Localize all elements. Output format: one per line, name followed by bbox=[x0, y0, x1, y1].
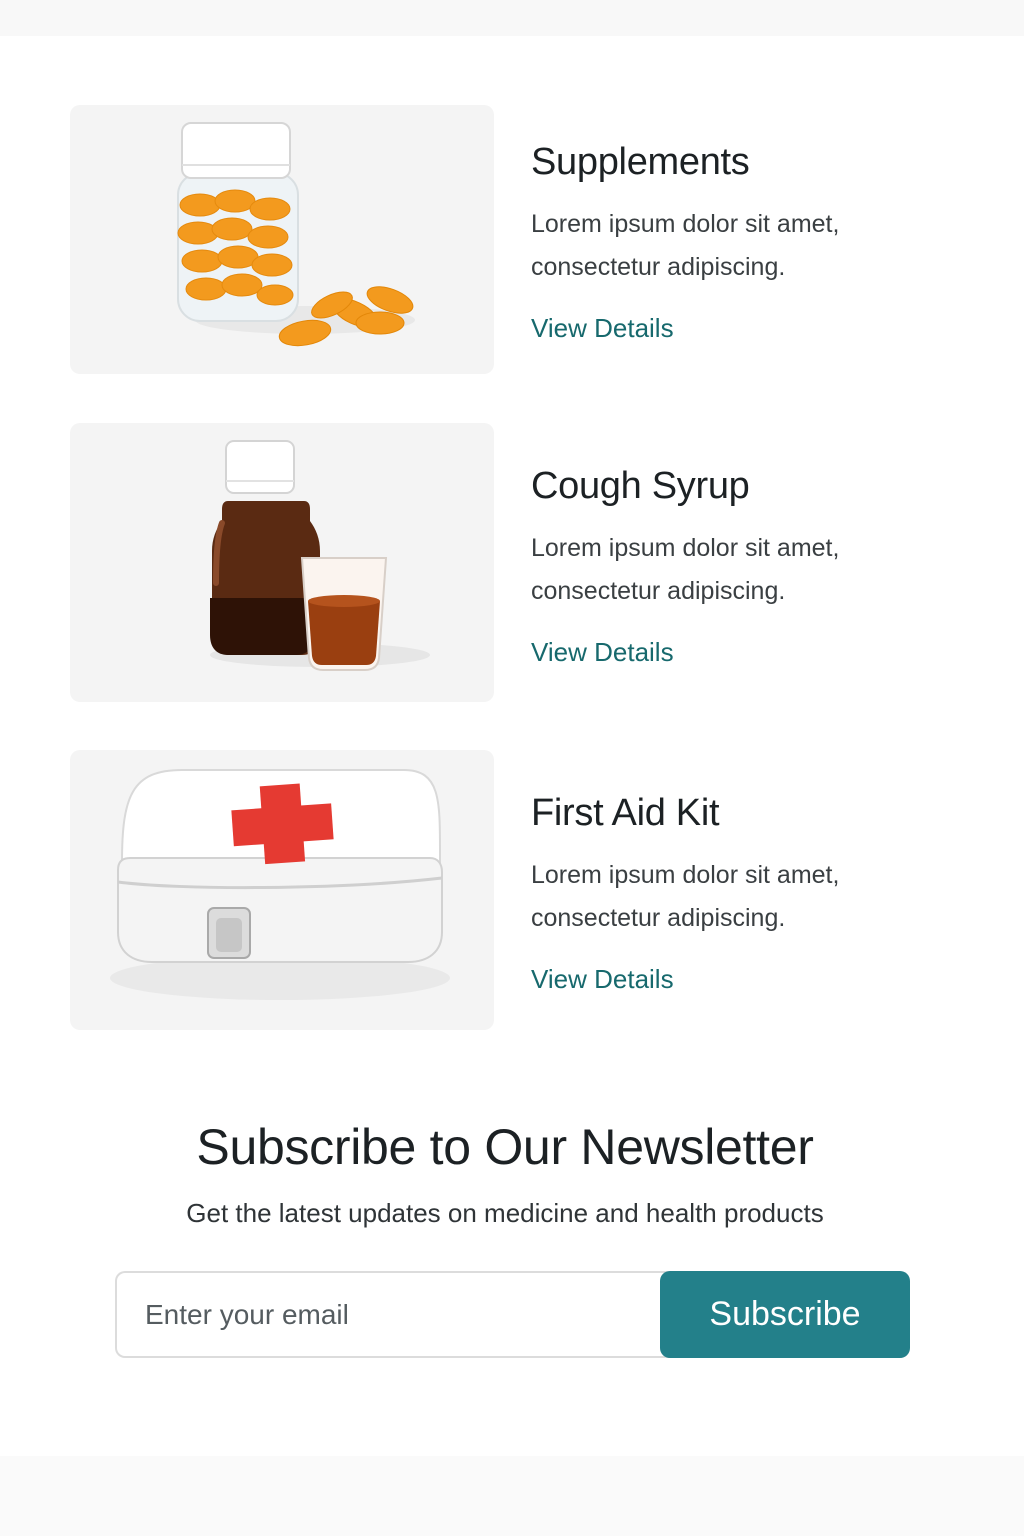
view-details-link[interactable]: View Details bbox=[531, 311, 674, 345]
first-aid-kit-image[interactable] bbox=[70, 750, 494, 1030]
product-description-line2: consectetur adipiscing. bbox=[531, 904, 786, 932]
product-info: Supplements Lorem ipsum dolor sit amet, … bbox=[531, 105, 951, 345]
product-title: Supplements bbox=[531, 141, 750, 183]
product-title: Cough Syrup bbox=[531, 465, 750, 507]
product-description-line2: consectetur adipiscing. bbox=[531, 577, 786, 605]
product-info: First Aid Kit Lorem ipsum dolor sit amet… bbox=[531, 750, 951, 996]
newsletter-title: Subscribe to Our Newsletter bbox=[196, 1119, 814, 1175]
email-input[interactable] bbox=[115, 1271, 715, 1358]
product-title: First Aid Kit bbox=[531, 792, 720, 834]
supplement-capsule-jar-image[interactable] bbox=[70, 105, 494, 374]
product-card-first-aid-kit: First Aid Kit Lorem ipsum dolor sit amet… bbox=[70, 750, 950, 1030]
product-card-cough-syrup: Cough Syrup Lorem ipsum dolor sit amet, … bbox=[70, 423, 950, 702]
newsletter-subtitle: Get the latest updates on medicine and h… bbox=[186, 1198, 824, 1228]
product-description-line1: Lorem ipsum dolor sit amet, bbox=[531, 861, 840, 889]
product-description-line1: Lorem ipsum dolor sit amet, bbox=[531, 534, 840, 562]
product-description-line2: consectetur adipiscing. bbox=[531, 253, 786, 281]
product-info: Cough Syrup Lorem ipsum dolor sit amet, … bbox=[531, 423, 951, 669]
top-band bbox=[0, 0, 1024, 36]
product-description-line1: Lorem ipsum dolor sit amet, bbox=[531, 210, 840, 238]
product-card-supplements: Supplements Lorem ipsum dolor sit amet, … bbox=[70, 105, 950, 374]
view-details-link[interactable]: View Details bbox=[531, 635, 674, 669]
view-details-link[interactable]: View Details bbox=[531, 962, 674, 996]
cough-syrup-bottle-image[interactable] bbox=[70, 423, 494, 702]
bottom-band bbox=[0, 1456, 1024, 1536]
subscribe-button[interactable]: Subscribe bbox=[660, 1271, 910, 1358]
newsletter-form: Subscribe bbox=[115, 1271, 910, 1358]
